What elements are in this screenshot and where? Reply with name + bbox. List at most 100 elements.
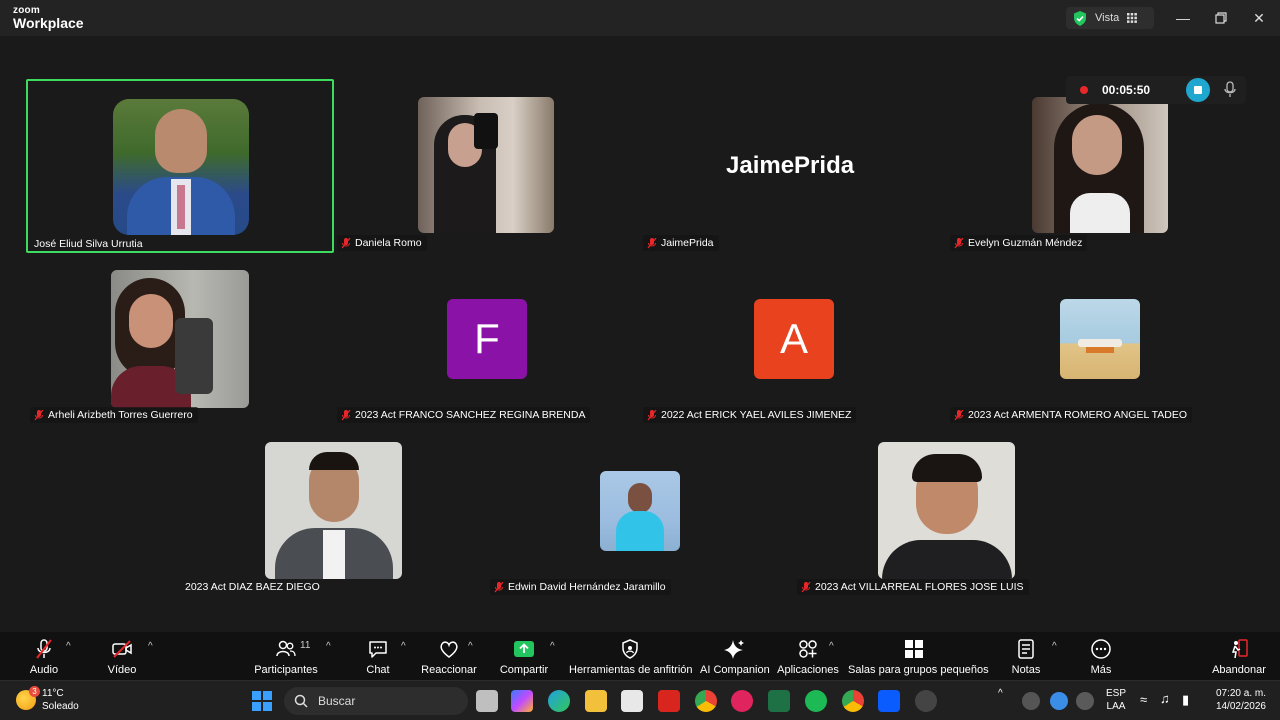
tray-overflow-icon[interactable]: ^ (998, 687, 1003, 700)
ai-companion-button[interactable]: AI Companion (700, 638, 770, 678)
file-explorer-icon[interactable] (585, 690, 607, 712)
taskbar-search[interactable]: Buscar (284, 687, 468, 715)
people-icon (276, 640, 296, 657)
wifi-icon[interactable]: ≈ (1140, 693, 1147, 706)
media-player-icon[interactable] (731, 690, 753, 712)
app-l-icon[interactable] (658, 690, 680, 712)
tray-cloud-icon[interactable] (1022, 692, 1040, 710)
participants-count: 11 (300, 640, 311, 651)
store-icon[interactable] (621, 690, 643, 712)
share-label: Compartir (499, 664, 549, 676)
zoom-icon[interactable] (878, 690, 900, 712)
mic-off-icon (801, 581, 811, 592)
recording-controls: 00:05:50 (1066, 76, 1246, 104)
battery-icon[interactable]: ▮ (1182, 693, 1189, 706)
spotify-icon[interactable] (805, 690, 827, 712)
participant-video (1032, 97, 1168, 233)
participant-name: 2022 Act ERICK YAEL AVILES JIMENEZ (661, 409, 852, 421)
participant-name-label: JaimePrida (643, 235, 719, 251)
breakout-rooms-button[interactable]: Salas para grupos pequeños (848, 638, 989, 678)
video-button[interactable]: Vídeo (104, 638, 140, 678)
participant-name-label: 2023 Act FRANCO SANCHEZ REGINA BRENDA (337, 407, 591, 423)
notes-icon (1018, 639, 1034, 659)
mic-off-icon (341, 409, 351, 420)
chrome-profile-icon[interactable] (842, 690, 864, 712)
notes-label: Notas (1011, 664, 1041, 676)
app-logo: zoom Workplace (13, 6, 84, 31)
system-clock[interactable]: 07:20 a. m. 14/02/2026 (1208, 687, 1266, 713)
tray-sync-icon[interactable] (1050, 692, 1068, 710)
participant-name: Daniela Romo (355, 237, 422, 249)
mic-off-icon (954, 409, 964, 420)
restore-icon[interactable] (1212, 9, 1230, 27)
participant-avatar: A (754, 299, 834, 379)
volume-icon[interactable]: ♫ (1160, 692, 1170, 705)
leave-button[interactable]: Abandonar (1210, 638, 1268, 678)
chat-options-caret[interactable]: ^ (401, 641, 406, 652)
more-button[interactable]: Más (1084, 638, 1118, 678)
chat-label: Chat (366, 664, 390, 676)
participant-name-label: 2023 Act ARMENTA ROMERO ANGEL TADEO (950, 407, 1193, 423)
participant-name: 2023 Act VILLARREAL FLORES JOSE LUIS (815, 581, 1024, 593)
participant-tile-active[interactable]: José Eliud Silva Urrutia (26, 79, 334, 253)
participant-name-label: Daniela Romo (337, 235, 427, 251)
audio-options-caret[interactable]: ^ (66, 641, 71, 652)
weather-condition: Soleado (42, 701, 79, 712)
participant-name: Arheli Arizbeth Torres Guerrero (48, 409, 193, 421)
tray-pen-icon[interactable] (1076, 692, 1094, 710)
mic-icon[interactable] (1222, 81, 1238, 99)
audio-button[interactable]: Audio (26, 638, 62, 678)
participant-video (600, 471, 680, 551)
meeting-gallery: José Eliud Silva Urrutia Daniela Romo Ja… (0, 36, 1280, 632)
apps-options-caret[interactable]: ^ (829, 641, 834, 652)
share-button[interactable]: Compartir (497, 638, 551, 678)
copilot-icon[interactable] (511, 690, 533, 712)
react-label: Reaccionar (421, 664, 477, 676)
participant-name: JaimePrida (661, 237, 714, 249)
host-tools-button[interactable]: Herramientas de anfitrión (569, 638, 693, 678)
participant-name-label: 2022 Act ERICK YAEL AVILES JIMENEZ (643, 407, 857, 423)
notes-button[interactable]: Notas (1008, 638, 1044, 678)
chat-button[interactable]: Chat (360, 638, 396, 678)
share-options-caret[interactable]: ^ (550, 641, 555, 652)
weather-widget[interactable]: 3 11°C Soleado (16, 686, 79, 713)
close-icon[interactable]: ✕ (1250, 9, 1268, 27)
share-screen-icon (514, 641, 534, 657)
view-label: Vista (1095, 12, 1120, 24)
participant-video (265, 442, 402, 579)
mic-off-icon (647, 409, 657, 420)
excel-icon[interactable] (768, 690, 790, 712)
chat-icon (369, 641, 387, 658)
minimize-icon[interactable]: — (1174, 9, 1192, 27)
clock-time: 07:20 a. m. (1215, 688, 1266, 699)
react-options-caret[interactable]: ^ (468, 641, 473, 652)
more-icon (1091, 639, 1111, 659)
chrome-icon[interactable] (695, 690, 717, 712)
leave-label: Abandonar (1212, 664, 1266, 676)
clock-date: 14/02/2026 (1215, 701, 1266, 712)
mic-muted-icon (36, 639, 52, 659)
task-view-icon[interactable] (476, 690, 498, 712)
os-taskbar: 3 11°C Soleado Buscar ^ ESP LAA ≈ ♫ ▮ 07… (0, 680, 1280, 720)
language-indicator[interactable]: ESP LAA (1106, 687, 1126, 713)
breakout-grid-icon (905, 640, 923, 658)
video-off-icon (112, 640, 132, 658)
video-label: Vídeo (107, 664, 137, 676)
notes-options-caret[interactable]: ^ (1052, 641, 1057, 652)
stop-recording-button[interactable] (1186, 78, 1210, 102)
participant-video (111, 270, 249, 408)
participant-video (113, 99, 249, 235)
windows-start-icon[interactable] (252, 691, 272, 711)
app-recorder-icon[interactable] (915, 690, 937, 712)
mic-off-icon (341, 237, 351, 248)
video-options-caret[interactable]: ^ (148, 641, 153, 652)
participant-video (878, 442, 1015, 579)
participant-name-label: Arheli Arizbeth Torres Guerrero (30, 407, 198, 423)
weather-temp: 11°C (42, 688, 64, 699)
logo-bottom: Workplace (13, 15, 84, 31)
view-button[interactable]: Vista (1066, 7, 1154, 29)
edge-icon[interactable] (548, 690, 570, 712)
participant-name: 2023 Act ARMENTA ROMERO ANGEL TADEO (968, 409, 1188, 421)
participants-options-caret[interactable]: ^ (326, 641, 331, 652)
sun-icon: 3 (16, 686, 40, 710)
